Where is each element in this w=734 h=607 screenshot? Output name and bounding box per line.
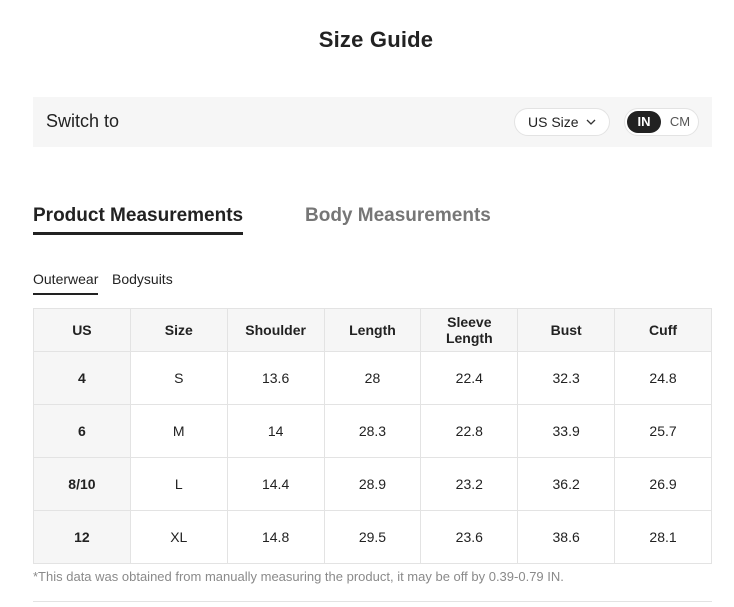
- size-system-value: US Size: [528, 114, 579, 130]
- cell-us: 6: [33, 404, 131, 458]
- table-row: 6 M 14 28.3 22.8 33.9 25.7: [33, 404, 712, 458]
- cell-sleeve-length: 23.6: [420, 510, 519, 564]
- size-system-dropdown[interactable]: US Size: [514, 108, 610, 136]
- table-header-row: US Size Shoulder Length Sleeve Length Bu…: [33, 308, 712, 352]
- unit-toggle: IN CM: [624, 108, 699, 136]
- cell-cuff: 28.1: [614, 510, 712, 564]
- cell-us: 4: [33, 351, 131, 405]
- cell-size: M: [129, 404, 228, 458]
- header-bust: Bust: [517, 308, 616, 352]
- cell-bust: 36.2: [517, 457, 616, 511]
- cell-shoulder: 14.4: [226, 457, 325, 511]
- measurement-table: US Size Shoulder Length Sleeve Length Bu…: [33, 308, 712, 564]
- tab-product-measurements[interactable]: Product Measurements: [33, 205, 244, 235]
- cell-length: 28.3: [323, 404, 422, 458]
- cell-size: XL: [129, 510, 228, 564]
- unit-in-button[interactable]: IN: [627, 111, 661, 133]
- cell-length: 28.9: [323, 457, 422, 511]
- cell-sleeve-length: 22.8: [420, 404, 519, 458]
- cell-bust: 33.9: [517, 404, 616, 458]
- tab-body-measurements[interactable]: Body Measurements: [305, 205, 491, 227]
- header-sleeve-length: Sleeve Length: [420, 308, 519, 352]
- chevron-down-icon: [586, 119, 596, 126]
- header-cuff: Cuff: [614, 308, 712, 352]
- measurement-disclaimer: *This data was obtained from manually me…: [33, 569, 564, 584]
- cell-shoulder: 13.6: [226, 351, 325, 405]
- cell-shoulder: 14: [226, 404, 325, 458]
- header-size: Size: [129, 308, 228, 352]
- cell-cuff: 25.7: [614, 404, 712, 458]
- cell-size: S: [129, 351, 228, 405]
- page-title: Size Guide: [318, 27, 434, 52]
- divider: [33, 601, 712, 602]
- cell-shoulder: 14.8: [226, 510, 325, 564]
- cell-length: 28: [323, 351, 422, 405]
- cell-us: 8/10: [33, 457, 131, 511]
- header-us: US: [33, 308, 131, 352]
- subtab-bodysuits[interactable]: Bodysuits: [112, 271, 173, 287]
- cell-us: 12: [33, 510, 131, 564]
- cell-bust: 38.6: [517, 510, 616, 564]
- subtab-outerwear[interactable]: Outerwear: [33, 271, 99, 295]
- unit-switch-bar: Switch to US Size IN CM: [33, 97, 712, 147]
- cell-sleeve-length: 23.2: [420, 457, 519, 511]
- header-length: Length: [323, 308, 422, 352]
- table-row: 4 S 13.6 28 22.4 32.3 24.8: [33, 351, 712, 405]
- cell-length: 29.5: [323, 510, 422, 564]
- cell-cuff: 26.9: [614, 457, 712, 511]
- switch-label: Switch to: [46, 111, 120, 131]
- cell-size: L: [129, 457, 228, 511]
- cell-cuff: 24.8: [614, 351, 712, 405]
- cell-bust: 32.3: [517, 351, 616, 405]
- size-guide-page: Size Guide Switch to US Size IN CM Produ…: [0, 0, 734, 607]
- table-row: 12 XL 14.8 29.5 23.6 38.6 28.1: [33, 510, 712, 564]
- header-shoulder: Shoulder: [226, 308, 325, 352]
- unit-cm-button[interactable]: CM: [665, 111, 695, 133]
- cell-sleeve-length: 22.4: [420, 351, 519, 405]
- table-row: 8/10 L 14.4 28.9 23.2 36.2 26.9: [33, 457, 712, 511]
